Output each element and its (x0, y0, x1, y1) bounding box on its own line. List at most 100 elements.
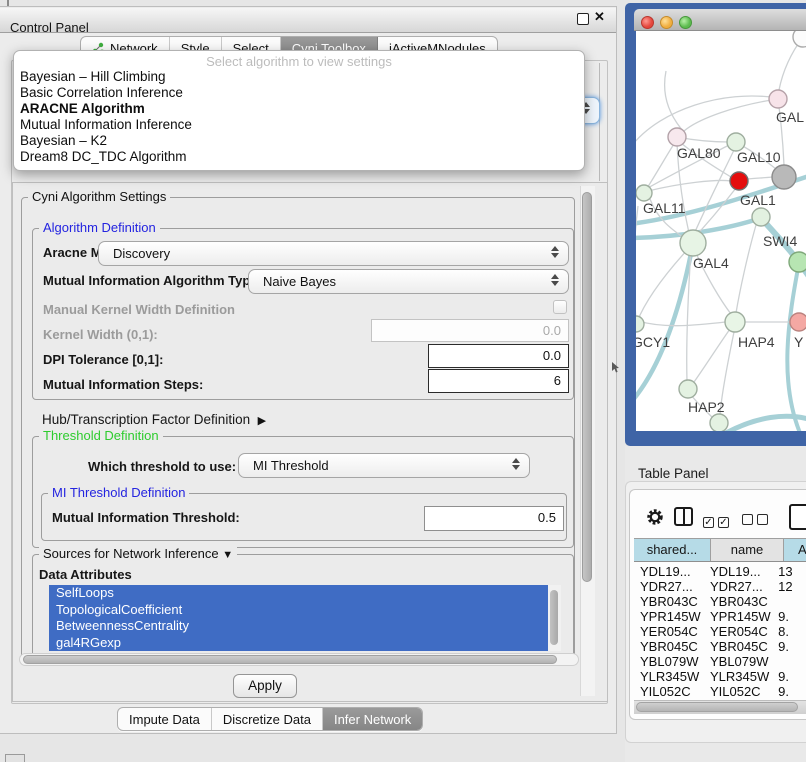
dropdown-item[interactable]: Basic Correlation Inference (14, 85, 584, 101)
table-cell (774, 594, 806, 609)
column-header-name[interactable]: name (711, 539, 784, 561)
close-panel-button[interactable]: ✕ (594, 9, 605, 25)
network-window-titlebar[interactable] (634, 9, 806, 31)
tab-impute-data[interactable]: Impute Data (118, 708, 212, 730)
node-gray[interactable] (772, 165, 796, 189)
node-gal80[interactable] (668, 128, 686, 146)
scrollbar-thumb[interactable] (550, 590, 558, 645)
network-edge[interactable] (638, 321, 726, 326)
table-cell: YDL19... (634, 564, 706, 579)
table-cell: 8. (774, 624, 806, 639)
dropdown-prompt: Select algorithm to view settings (14, 54, 584, 69)
hub-definition-toggle[interactable]: Hub/Transcription Factor Definition ▶ (42, 412, 266, 427)
dropdown-item[interactable]: Bayesian – Hill Climbing (14, 69, 584, 85)
zoom-button[interactable] (679, 16, 692, 29)
apply-button[interactable]: Apply (233, 674, 297, 698)
dropdown-item[interactable]: Dream8 DC_TDC Algorithm (14, 149, 584, 165)
which-threshold-select[interactable]: MI Threshold (238, 453, 530, 478)
table-row[interactable]: YIL052CYIL052C9. (634, 684, 806, 698)
node-gal4[interactable] (680, 230, 706, 256)
network-edge[interactable] (736, 225, 756, 313)
network-canvas[interactable]: GALGAL80GAL10GAL1GAL11SWI4GAL4GCY1HAP4YH… (636, 31, 806, 431)
table-cell: 13 (774, 564, 806, 579)
table-row[interactable]: YLR345WYLR345W9. (634, 669, 806, 684)
minimize-button[interactable] (660, 16, 673, 29)
list-item[interactable]: gal4RGexp (49, 635, 548, 652)
column-header-partial[interactable]: A (784, 539, 806, 561)
group-threshold-definition: Threshold Definition Which threshold to … (32, 436, 574, 548)
document-icon[interactable] (789, 504, 806, 530)
spinner-arrows-icon (550, 246, 559, 258)
node-label-hap2: HAP2 (688, 399, 725, 415)
node-bottom-partial[interactable] (710, 414, 728, 431)
aracne-mode-select[interactable]: Discovery (98, 241, 569, 266)
dpi-tolerance-field[interactable]: 0.0 (428, 344, 569, 368)
kernel-width-label: Kernel Width (0,1): (43, 327, 158, 342)
settings-vertical-scrollbar[interactable] (580, 186, 595, 696)
group-mi-threshold-definition: MI Threshold Definition Mutual Informati… (41, 493, 567, 541)
node-gal-top[interactable] (769, 90, 787, 108)
network-edge[interactable] (694, 329, 730, 382)
node-label-gal80: GAL80 (677, 145, 721, 161)
node-top-partial[interactable] (793, 31, 806, 47)
unchecked-box-icon (757, 514, 768, 525)
collapsed-panel-widget[interactable] (5, 754, 25, 762)
node-right-green[interactable] (789, 252, 806, 272)
sources-collapse-toggle[interactable]: Sources for Network Inference ▼ (39, 546, 237, 561)
scrollbar-thumb[interactable] (636, 702, 798, 712)
close-button[interactable] (641, 16, 654, 29)
table-row[interactable]: YDL19...YDL19...13 (634, 564, 806, 579)
dropdown-item[interactable]: Bayesian – K2 (14, 133, 584, 149)
checked-box-icon: ✓ (703, 517, 714, 528)
table-cell (774, 654, 806, 669)
network-edge[interactable] (637, 249, 688, 322)
node-hap2[interactable] (679, 380, 697, 398)
node-hap4[interactable] (725, 312, 745, 332)
table-row[interactable]: YBL079WYBL079W (634, 654, 806, 669)
scrollbar-thumb[interactable] (582, 192, 592, 582)
tab-infer-network[interactable]: Infer Network (323, 708, 422, 730)
mouse-cursor (612, 362, 621, 373)
node-label-gal1: GAL1 (740, 192, 776, 208)
node-salmon[interactable] (790, 313, 806, 331)
list-item[interactable]: SelfLoops (49, 585, 548, 602)
tab-discretize-data[interactable]: Discretize Data (212, 708, 323, 730)
selected-columns-icon[interactable]: ✓✓ (703, 512, 733, 530)
network-edge[interactable] (665, 71, 683, 131)
list-vertical-scrollbar[interactable] (548, 585, 561, 651)
table-row[interactable]: YBR043CYBR043C (634, 594, 806, 609)
list-item[interactable]: BetweennessCentrality (49, 618, 548, 635)
list-item[interactable]: TopologicalCoefficient (49, 602, 548, 619)
table-cell: 9. (774, 684, 806, 698)
manual-kernel-width-checkbox[interactable] (553, 300, 567, 314)
settings-horizontal-scrollbar[interactable] (19, 653, 579, 666)
spinner-arrows-icon (511, 458, 520, 470)
node-label-gal4: GAL4 (693, 255, 729, 271)
background-panel-border (599, 63, 600, 181)
table-row[interactable]: YDR27...YDR27...12 (634, 579, 806, 594)
table-row[interactable]: YER054CYER054C8. (634, 624, 806, 639)
kernel-width-field[interactable]: 0.0 (371, 319, 569, 342)
gear-icon[interactable] (645, 507, 665, 527)
node-swi4[interactable] (752, 208, 770, 226)
dropdown-item[interactable]: Mutual Information Inference (14, 117, 584, 133)
split-table-icon[interactable] (674, 507, 693, 526)
unchecked-box-icon (742, 514, 753, 525)
scrollbar-thumb[interactable] (23, 655, 557, 664)
dropdown-item-selected[interactable]: ARACNE Algorithm (14, 101, 584, 117)
mi-steps-label: Mutual Information Steps: (43, 377, 203, 392)
table-row[interactable]: YPR145WYPR145W9. (634, 609, 806, 624)
mi-algorithm-type-select[interactable]: Naive Bayes (248, 269, 569, 294)
column-header-shared-name[interactable]: shared... (634, 539, 711, 561)
table-row[interactable]: YBR045CYBR045C9. (634, 639, 806, 654)
node-gcy1[interactable] (636, 316, 644, 332)
mi-steps-field[interactable]: 6 (428, 369, 569, 393)
node-gal11[interactable] (636, 185, 652, 201)
float-window-button[interactable] (577, 13, 589, 25)
mi-threshold-field[interactable]: 0.5 (424, 506, 564, 531)
network-edge[interactable] (748, 177, 772, 179)
table-horizontal-scrollbar[interactable] (634, 700, 806, 714)
table-panel-title: Table Panel (638, 466, 709, 481)
node-gal1-red[interactable] (730, 172, 748, 190)
unselected-columns-icon[interactable] (742, 512, 772, 530)
